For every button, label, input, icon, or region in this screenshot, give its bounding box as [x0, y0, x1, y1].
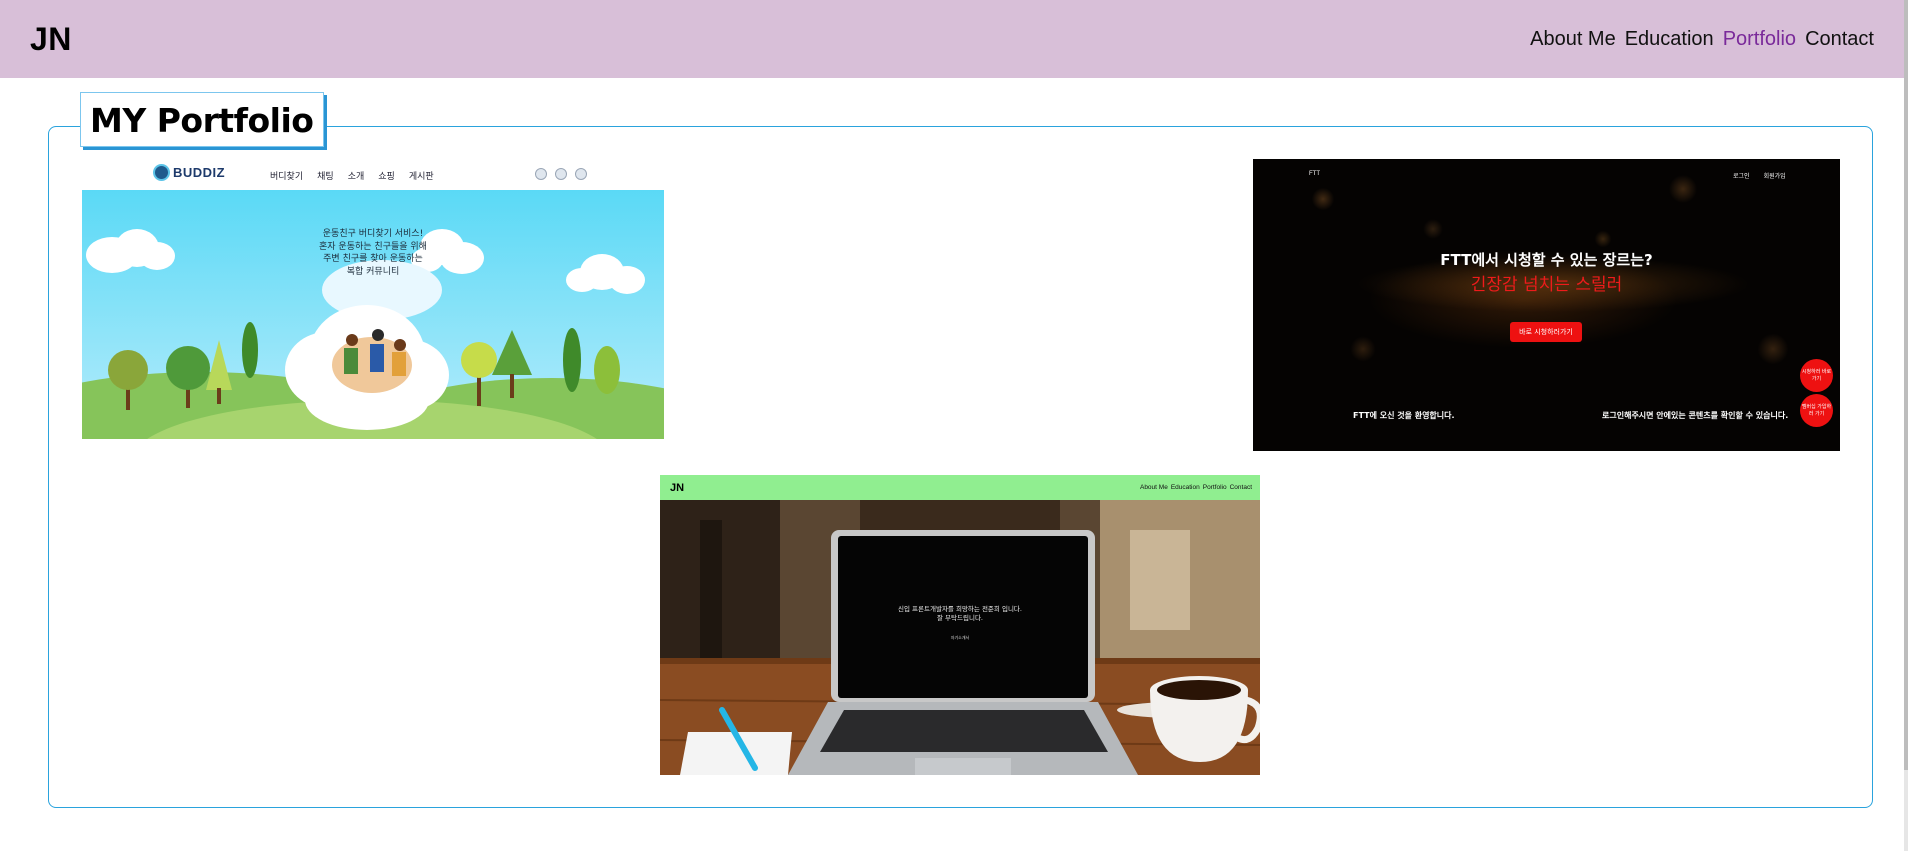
- mail-icon: [555, 168, 567, 180]
- portfolio-item-buddiz[interactable]: BUDDIZ 버디찾기 채팅 소개 쇼핑 게시판 운동친구 버디찾기 서비스! …: [82, 159, 664, 439]
- buddiz-topbar: BUDDIZ 버디찾기 채팅 소개 쇼핑 게시판: [82, 159, 664, 190]
- nav-contact[interactable]: Contact: [1805, 28, 1874, 51]
- jn-site-screen-button: 자기소개서: [950, 635, 970, 640]
- ftt-cta-button: 바로 시청하러가기: [1510, 322, 1582, 342]
- nav-portfolio[interactable]: Portfolio: [1723, 28, 1796, 51]
- portfolio-item-jn-site[interactable]: JN About Me Education Portfolio Contact: [660, 475, 1260, 775]
- ftt-footer-right: 로그인해주시면 안에있는 콘텐츠를 확인할 수 있습니다.: [1602, 411, 1789, 420]
- jn-site-logo: JN: [670, 481, 685, 494]
- ftt-subline: 긴장감 넘치는 스릴러: [1470, 275, 1623, 295]
- jn-site-nav-item: Education: [1170, 484, 1200, 491]
- nav-about-me[interactable]: About Me: [1530, 28, 1616, 51]
- buddiz-menu-item: 게시판: [408, 171, 434, 181]
- jn-site-nav-item: Portfolio: [1202, 484, 1227, 491]
- portfolio-title: MY Portfolio: [90, 101, 314, 140]
- buddiz-copy-line: 복합 커뮤니티: [346, 266, 400, 277]
- buddiz-copy-line: 혼자 운동하는 친구들을 위해: [319, 241, 427, 252]
- buddiz-brand: BUDDIZ: [153, 164, 225, 181]
- buddiz-copy-line: 주변 친구를 찾아 운동하는: [323, 254, 423, 264]
- jn-site-screen-line: 잘 부탁드립니다.: [937, 614, 983, 622]
- site-header: JN About Me Education Portfolio Contact: [0, 0, 1904, 78]
- buddiz-hero-copy: 운동친구 버디찾기 서비스! 혼자 운동하는 친구들을 위해 주변 친구를 찾아…: [302, 228, 444, 278]
- portfolio-item-ftt[interactable]: FTT 로그인 회원가입 FTT에서 시청할 수 있는 장르는? 긴장감 넘치는…: [1253, 159, 1840, 451]
- main-nav: About Me Education Portfolio Contact: [1530, 28, 1874, 51]
- page-scrollbar[interactable]: [1904, 0, 1908, 851]
- jn-site-header: JN About Me Education Portfolio Contact: [660, 475, 1260, 500]
- ftt-float-button-watch: 시청하러 바로가기: [1800, 359, 1833, 392]
- jn-site-nav-item: Contact: [1229, 484, 1252, 491]
- ftt-nav-signup: 회원가입: [1763, 174, 1786, 180]
- portfolio-title-box: MY Portfolio: [80, 92, 325, 147]
- buddiz-menu-item: 쇼핑: [378, 171, 395, 181]
- nav-education[interactable]: Education: [1625, 28, 1714, 51]
- site-logo[interactable]: JN: [30, 21, 72, 58]
- jn-site-nav-item: About Me: [1139, 484, 1168, 491]
- ftt-background: [1253, 159, 1840, 451]
- buddiz-copy-line: 운동친구 버디찾기 서비스!: [322, 229, 424, 239]
- ftt-logo: FTT: [1309, 171, 1320, 177]
- buddiz-logo-icon: [153, 164, 170, 181]
- ftt-float-button-membership: 멤버십 가입하러 가기: [1800, 394, 1833, 427]
- buddiz-brand-text: BUDDIZ: [173, 165, 226, 180]
- jn-site-screen-line: 신입 프론트개발자를 희망하는 전준희 입니다.: [898, 605, 1022, 613]
- ftt-nav: 로그인 회원가입: [1733, 171, 1786, 180]
- jn-site-nav: About Me Education Portfolio Contact: [1140, 484, 1252, 491]
- ftt-nav-login: 로그인: [1733, 174, 1750, 180]
- page-scrollbar-thumb[interactable]: [1904, 0, 1908, 770]
- user-icon: [575, 168, 587, 180]
- buddiz-menu-item: 채팅: [317, 171, 334, 181]
- jn-site-screen-text: 신입 프론트개발자를 희망하는 전준희 입니다. 잘 부탁드립니다.: [880, 605, 1040, 623]
- ftt-footer-left: FTT에 오신 것을 환영합니다.: [1353, 411, 1455, 420]
- buddiz-menu-item: 소개: [347, 171, 365, 181]
- page-viewport: JN About Me Education Portfolio Contact …: [0, 0, 1904, 851]
- ftt-headline: FTT에서 시청할 수 있는 장르는?: [1440, 251, 1653, 269]
- buddiz-menu-item: 버디찾기: [270, 171, 304, 181]
- cart-icon: [535, 168, 547, 180]
- buddiz-menu: 버디찾기 채팅 소개 쇼핑 게시판: [270, 169, 434, 182]
- buddiz-icons: [535, 168, 587, 180]
